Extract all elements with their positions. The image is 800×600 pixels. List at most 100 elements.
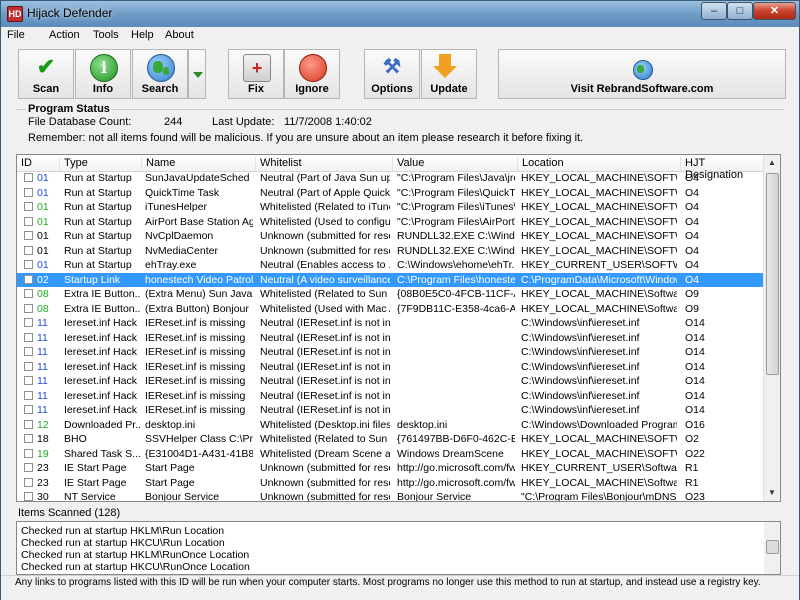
table-row[interactable]: 11 Iereset.inf Hack IEReset.inf is missing… — [17, 316, 765, 330]
table-row[interactable]: 08 Extra IE Button... (Extra Button) Bonjo… — [17, 302, 765, 316]
table-row[interactable]: 11 Iereset.inf Hack IEReset.inf is missing… — [17, 389, 765, 403]
results-list[interactable]: ID Type Name Whitelist Value Location HJ… — [16, 154, 781, 502]
col-id[interactable]: ID — [17, 157, 59, 171]
row-checkbox[interactable] — [24, 347, 33, 356]
fix-button[interactable]: + Fix — [228, 49, 284, 99]
cell-id: 01 — [37, 201, 49, 213]
maximize-button[interactable]: □ — [727, 2, 753, 20]
row-checkbox[interactable] — [24, 376, 33, 385]
menu-tools[interactable]: Tools — [93, 29, 119, 41]
row-checkbox[interactable] — [24, 202, 33, 211]
row-checkbox[interactable] — [24, 361, 33, 371]
row-checkbox[interactable] — [24, 260, 33, 269]
row-checkbox[interactable] — [24, 390, 33, 400]
row-checkbox[interactable] — [24, 318, 33, 327]
col-location[interactable]: Location — [517, 157, 680, 171]
db-count-value: 244 — [164, 116, 183, 128]
cell-id: 01 — [37, 186, 49, 199]
table-row[interactable]: 11 Iereset.inf Hack IEReset.inf is missing… — [17, 374, 765, 388]
row-checkbox[interactable] — [24, 405, 33, 414]
row-checkbox[interactable] — [24, 173, 33, 182]
cell-type: Extra IE Button... — [64, 302, 140, 315]
visit-website-button[interactable]: Visit RebrandSoftware.com — [498, 49, 786, 99]
scroll-thumb[interactable] — [766, 173, 779, 375]
cell-name: SunJavaUpdateSched — [145, 172, 250, 184]
cell-id: 08 — [37, 288, 49, 300]
row-checkbox[interactable] — [24, 419, 33, 429]
row-checkbox[interactable] — [24, 434, 33, 443]
ignore-button[interactable]: Ignore — [284, 49, 340, 99]
table-row[interactable]: 11 Iereset.inf Hack IEReset.inf is missing… — [17, 345, 765, 359]
table-row[interactable]: 01 Run at Startup SunJavaUpdateSched Neutra… — [17, 171, 765, 185]
status-text: Any links to programs listed with this I… — [15, 577, 761, 588]
table-row[interactable]: 01 Run at Startup QuickTime Task Neutral (P… — [17, 186, 765, 200]
row-checkbox[interactable] — [24, 245, 33, 255]
menu-action[interactable]: Action — [49, 29, 80, 41]
scroll-down-icon[interactable]: ▼ — [764, 485, 780, 501]
table-row[interactable]: 01 Run at Startup NvMediaCenter Unknown (su… — [17, 244, 765, 258]
table-row[interactable]: 12 Downloaded Pr... desktop.ini Whitelisted… — [17, 418, 765, 432]
table-row[interactable]: 08 Extra IE Button... (Extra Menu) Sun Jav… — [17, 287, 765, 301]
table-row[interactable]: 01 Run at Startup NvCplDaemon Unknown (subm… — [17, 229, 765, 243]
scroll-up-icon[interactable]: ▲ — [764, 155, 780, 171]
row-checkbox[interactable] — [24, 463, 33, 472]
search-dropdown-button[interactable] — [188, 49, 206, 99]
cell-whitelist: Whitelisted (Related to Sun J... — [260, 433, 390, 445]
col-whitelist[interactable]: Whitelist — [255, 157, 391, 171]
col-name[interactable]: Name — [141, 157, 255, 171]
cell-hjt: R1 — [685, 462, 699, 474]
col-type[interactable]: Type — [59, 157, 139, 171]
close-button[interactable]: ✕ — [753, 2, 796, 20]
title-bar[interactable]: HD Hijack Defender – □ ✕ — [1, 1, 799, 27]
table-row[interactable]: 30 NT Service Bonjour Service Unknown (subm… — [17, 490, 765, 502]
cell-id: 02 — [37, 273, 49, 286]
table-row[interactable]: 02 Startup Link honestech Video Patrol ...… — [17, 272, 765, 287]
scroll-thumb[interactable] — [766, 540, 779, 554]
list-scrollbar[interactable]: ▲ ▼ — [763, 155, 780, 501]
table-row[interactable]: 11 Iereset.inf Hack IEReset.inf is missing… — [17, 331, 765, 345]
update-label: Update — [430, 83, 468, 95]
table-row[interactable]: 11 Iereset.inf Hack IEReset.inf is missing… — [17, 403, 765, 417]
table-row[interactable]: 11 Iereset.inf Hack IEReset.inf is missing… — [17, 360, 765, 374]
row-checkbox[interactable] — [24, 492, 33, 501]
table-row[interactable]: 01 Run at Startup ehTray.exe Neutral (Enabl… — [17, 258, 765, 272]
col-value[interactable]: Value — [392, 157, 516, 171]
row-checkbox[interactable] — [24, 448, 33, 458]
table-row[interactable]: 19 Shared Task S... {E31004D1-A431-41B8-..… — [17, 447, 765, 461]
cell-id: 23 — [37, 476, 49, 489]
search-button[interactable]: Search — [132, 49, 188, 99]
cell-location: HKEY_CURRENT_USER\Software... — [521, 462, 677, 474]
options-button[interactable]: ⚒ Options — [364, 49, 420, 99]
row-checkbox[interactable] — [24, 187, 33, 197]
row-checkbox[interactable] — [24, 332, 33, 342]
cell-whitelist: Unknown (submitted for rese... — [260, 244, 390, 257]
update-button[interactable]: Update — [421, 49, 477, 99]
cell-name: Bonjour Service — [145, 491, 220, 502]
row-checkbox[interactable] — [24, 477, 33, 487]
info-button[interactable]: i Info — [75, 49, 131, 99]
table-row[interactable]: 23 IE Start Page Start Page Unknown (submit… — [17, 461, 765, 475]
row-checkbox[interactable] — [24, 289, 33, 298]
cell-value: http://go.microsoft.com/fw... — [397, 462, 515, 474]
row-checkbox[interactable] — [24, 231, 33, 240]
row-checkbox[interactable] — [24, 216, 33, 226]
items-scanned-label: Items Scanned (128) — [18, 507, 121, 519]
last-update-label: Last Update: — [212, 116, 275, 128]
menu-about[interactable]: About — [165, 29, 194, 41]
cell-value: {7F9DB11C-E358-4ca6-A8... — [397, 302, 515, 315]
table-row[interactable]: 23 IE Start Page Start Page Unknown (submit… — [17, 476, 765, 490]
log-scrollbar[interactable] — [764, 522, 780, 574]
menu-help[interactable]: Help — [131, 29, 154, 41]
menu-file[interactable]: File — [7, 29, 25, 41]
cell-id: 11 — [37, 346, 48, 358]
row-checkbox[interactable] — [24, 274, 33, 284]
col-hjt-designation[interactable]: HJT Designation — [680, 157, 765, 181]
row-checkbox[interactable] — [24, 303, 33, 313]
cell-type: Run at Startup — [64, 215, 132, 228]
minimize-button[interactable]: – — [701, 2, 727, 20]
table-row[interactable]: 01 Run at Startup iTunesHelper Whitelisted … — [17, 200, 765, 214]
scan-button[interactable]: ✔ Scan — [18, 49, 74, 99]
table-row[interactable]: 18 BHO SSVHelper Class C:\Pro... Whiteliste… — [17, 432, 765, 446]
scan-log[interactable]: Checked run at startup HKLM\Run Location… — [16, 521, 781, 575]
table-row[interactable]: 01 Run at Startup AirPort Base Station Ag.… — [17, 215, 765, 229]
